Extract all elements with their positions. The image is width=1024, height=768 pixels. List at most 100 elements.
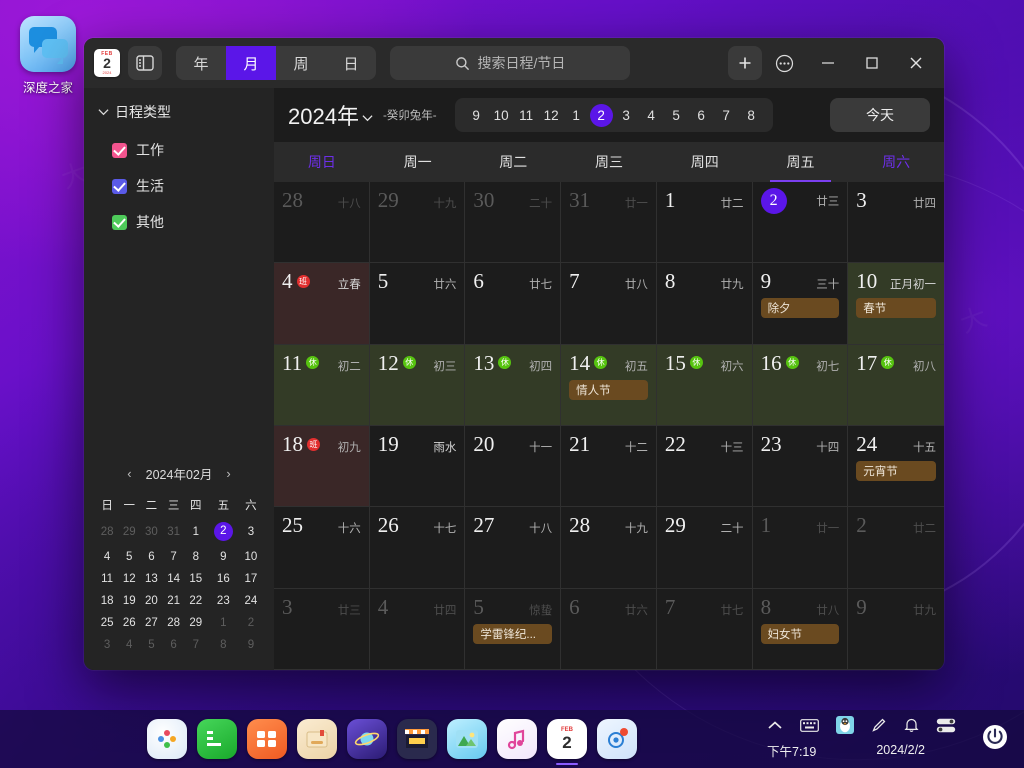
pen-icon[interactable] xyxy=(871,717,887,733)
calendar-cell[interactable]: 24 十五 元宵节 xyxy=(848,426,944,508)
mini-day-cell[interactable]: 30 xyxy=(140,517,162,546)
today-button[interactable]: 今天 xyxy=(830,98,930,132)
festival-chip[interactable]: 学雷锋纪... xyxy=(473,623,553,644)
mini-day-cell[interactable]: 5 xyxy=(140,634,162,656)
settings-toggle-icon[interactable] xyxy=(936,718,956,733)
mini-day-cell[interactable]: 1 xyxy=(185,517,207,546)
month-pill-7[interactable]: 7 xyxy=(715,104,738,127)
mini-day-cell[interactable]: 7 xyxy=(163,546,185,568)
calendar-icon[interactable]: FEB 2 xyxy=(547,719,587,765)
mini-day-cell[interactable]: 10 xyxy=(240,546,262,568)
mini-day-cell[interactable]: 8 xyxy=(207,634,240,656)
mini-day-cell[interactable]: 22 xyxy=(185,590,207,612)
calendar-cell[interactable]: 1 廿一 xyxy=(752,507,849,589)
calendar-cell[interactable]: 7 廿八 xyxy=(561,263,657,345)
calendar-cell[interactable]: 17 休 初八 xyxy=(848,344,944,426)
mini-day-cell[interactable]: 9 xyxy=(207,546,240,568)
bell-icon[interactable] xyxy=(904,717,919,733)
calendar-cell[interactable]: 4 廿四 xyxy=(369,588,466,670)
mini-day-cell[interactable]: 9 xyxy=(240,634,262,656)
calendar-cell[interactable]: 14 休 初五 情人节 xyxy=(561,344,657,426)
mini-prev-month-button[interactable]: ‹ xyxy=(127,466,131,481)
calendar-cell[interactable]: 2 廿三 xyxy=(752,182,849,264)
minimize-button[interactable] xyxy=(806,43,850,83)
calendar-cell[interactable]: 13 休 初四 xyxy=(465,344,562,426)
mini-day-cell[interactable]: 31 xyxy=(163,517,185,546)
mini-day-cell[interactable]: 13 xyxy=(140,568,162,590)
year-selector[interactable]: 2024年 xyxy=(288,99,373,131)
calendar-cell[interactable]: 18 班 初九 xyxy=(274,426,370,508)
mini-day-cell[interactable]: 26 xyxy=(118,612,140,634)
gallery-icon[interactable] xyxy=(447,719,487,759)
mini-day-cell[interactable]: 19 xyxy=(118,590,140,612)
weekday-header-4[interactable]: 周四 xyxy=(657,142,753,182)
maximize-button[interactable] xyxy=(850,43,894,83)
mini-day-cell[interactable]: 4 xyxy=(96,546,118,568)
weekday-header-6[interactable]: 周六 xyxy=(848,142,944,182)
calendar-cell[interactable]: 30 二十 xyxy=(465,182,562,264)
calendar-cell[interactable]: 26 十七 xyxy=(369,507,466,589)
calendar-cell[interactable]: 9 廿九 xyxy=(848,589,944,670)
calendar-cell[interactable]: 21 十二 xyxy=(561,426,657,508)
month-pill-4[interactable]: 4 xyxy=(640,104,663,127)
checkbox-work[interactable] xyxy=(112,142,127,158)
chevron-up-icon[interactable] xyxy=(767,720,783,731)
browser-icon[interactable] xyxy=(347,719,387,759)
mini-day-cell[interactable]: 25 xyxy=(96,612,118,634)
month-pill-3[interactable]: 3 xyxy=(615,104,638,127)
mini-day-cell[interactable]: 3 xyxy=(96,634,118,656)
weekday-header-2[interactable]: 周二 xyxy=(465,142,561,182)
mini-day-cell[interactable]: 17 xyxy=(240,568,262,590)
mini-day-cell[interactable]: 27 xyxy=(140,612,162,634)
calendar-cell[interactable]: 8 廿八 妇女节 xyxy=(752,588,849,670)
search-globe-icon[interactable] xyxy=(597,719,637,759)
mini-day-cell[interactable]: 16 xyxy=(207,568,240,590)
more-options-button[interactable] xyxy=(762,43,806,83)
sidebar-category-work[interactable]: 工作 xyxy=(84,132,274,168)
month-pill-12[interactable]: 12 xyxy=(540,104,563,127)
calendar-cell[interactable]: 4 班 立春 xyxy=(274,263,370,345)
mini-day-cell[interactable]: 28 xyxy=(163,612,185,634)
mini-day-cell[interactable]: 6 xyxy=(163,634,185,656)
calendar-cell[interactable]: 19 雨水 xyxy=(369,426,466,508)
calendar-cell[interactable]: 25 十六 xyxy=(274,507,370,589)
mini-day-cell[interactable]: 24 xyxy=(240,590,262,612)
power-button[interactable] xyxy=(978,720,1012,754)
month-pill-11[interactable]: 11 xyxy=(515,104,538,127)
clock-time[interactable]: 下午7:19 xyxy=(767,741,816,760)
app-store-grid-icon[interactable] xyxy=(247,719,287,759)
mini-day-cell[interactable]: 2 xyxy=(240,612,262,634)
festival-chip[interactable]: 元宵节 xyxy=(856,461,936,481)
keyboard-icon[interactable] xyxy=(800,718,819,732)
close-button[interactable] xyxy=(894,43,938,83)
festival-chip[interactable]: 除夕 xyxy=(760,298,840,319)
mini-day-cell[interactable]: 12 xyxy=(118,568,140,590)
weekday-header-3[interactable]: 周三 xyxy=(561,142,657,182)
mini-day-cell[interactable]: 21 xyxy=(163,590,185,612)
calendar-cell[interactable]: 2 廿二 xyxy=(848,507,944,589)
month-pill-8[interactable]: 8 xyxy=(740,104,763,127)
calendar-cell[interactable]: 6 廿七 xyxy=(465,263,562,345)
calendar-cell[interactable]: 1 廿二 xyxy=(656,182,753,264)
calendar-cell[interactable]: 8 廿九 xyxy=(656,263,753,345)
sidebar-category-other[interactable]: 其他 xyxy=(84,204,274,240)
calendar-cell[interactable]: 5 惊蛰 学雷锋纪... xyxy=(465,588,562,670)
calendar-cell[interactable]: 5 廿六 xyxy=(369,263,466,345)
mini-day-cell[interactable]: 29 xyxy=(118,517,140,546)
calendar-cell[interactable]: 12 休 初三 xyxy=(369,344,466,426)
month-pill-9[interactable]: 9 xyxy=(465,104,488,127)
festival-chip[interactable]: 妇女节 xyxy=(760,623,840,644)
calendar-cell[interactable]: 23 十四 xyxy=(752,426,849,508)
calendar-cell[interactable]: 28 十八 xyxy=(274,182,370,264)
festival-chip[interactable]: 情人节 xyxy=(569,379,648,400)
calendar-cell[interactable]: 9 三十 除夕 xyxy=(752,263,849,345)
penguin-icon[interactable] xyxy=(836,716,854,734)
mini-next-month-button[interactable]: › xyxy=(226,466,230,481)
desktop-icon-deepin-home[interactable]: 深度之家 xyxy=(16,16,80,96)
calendar-cell[interactable]: 22 十三 xyxy=(656,426,753,508)
calendar-cell[interactable]: 11 休 初二 xyxy=(274,344,370,426)
month-pill-2[interactable]: 2 xyxy=(589,103,613,127)
mini-day-cell[interactable]: 2 xyxy=(207,517,240,546)
calendar-cell[interactable]: 15 休 初六 xyxy=(656,344,753,426)
calendar-cell[interactable]: 27 十八 xyxy=(465,507,562,589)
